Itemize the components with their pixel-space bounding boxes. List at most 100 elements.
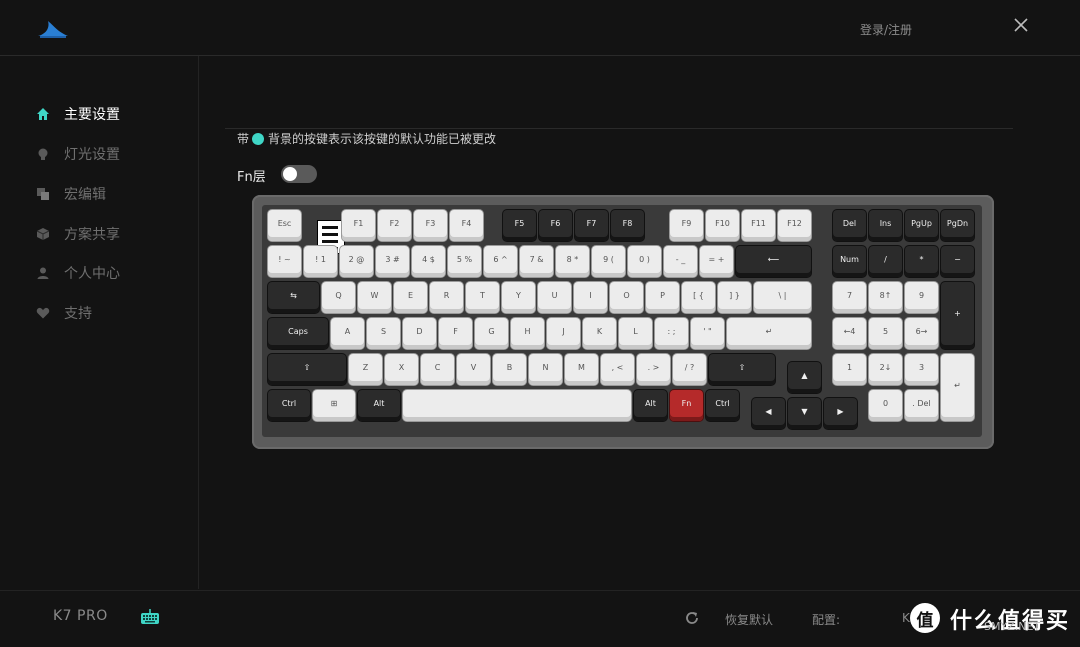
key-n5[interactable]: 5 % <box>448 246 481 277</box>
refresh-icon[interactable] <box>684 610 700 626</box>
key-num5[interactable]: 5 <box>869 318 902 349</box>
key-ins[interactable]: Ins <box>869 210 902 241</box>
key-pgup[interactable]: PgUp <box>905 210 938 241</box>
key-num[interactable]: Num <box>833 246 866 277</box>
key-f11[interactable]: F11 <box>742 210 775 241</box>
key-plus[interactable]: + <box>941 282 974 349</box>
sidebar-item-lighting[interactable]: 灯光设置 <box>34 143 120 165</box>
key-l[interactable]: L <box>619 318 652 349</box>
fn-layer-toggle[interactable] <box>281 165 317 183</box>
key-k[interactable]: K <box>583 318 616 349</box>
key-up[interactable]: ▲ <box>788 362 821 393</box>
key-numdot[interactable]: . Del <box>905 390 938 421</box>
key-dash[interactable]: − <box>941 246 974 277</box>
key-quote[interactable]: ' " <box>691 318 724 349</box>
sidebar-item-share[interactable]: 方案共享 <box>34 223 120 245</box>
key-fn[interactable]: Fn <box>670 390 703 421</box>
key-num7[interactable]: 7 <box>833 282 866 313</box>
key-f6[interactable]: F6 <box>539 210 572 241</box>
key-n9[interactable]: 9 ( <box>592 246 625 277</box>
key-f1[interactable]: F1 <box>342 210 375 241</box>
key-j[interactable]: J <box>547 318 580 349</box>
key-alt[interactable]: Alt <box>358 390 400 421</box>
key-backspace[interactable]: ⟵ <box>736 246 811 277</box>
keyboard-icon[interactable] <box>140 608 160 626</box>
key-esc[interactable]: Esc <box>268 210 301 241</box>
key-f5[interactable]: F5 <box>503 210 536 241</box>
key-down[interactable]: ▼ <box>788 398 821 429</box>
key-ralt[interactable]: Alt <box>634 390 667 421</box>
sidebar-item-support[interactable]: 支持 <box>34 302 92 324</box>
key-s[interactable]: S <box>367 318 400 349</box>
restore-default-button[interactable]: 恢复默认 <box>725 611 773 628</box>
key-t[interactable]: T <box>466 282 499 313</box>
key-g[interactable]: G <box>475 318 508 349</box>
key-f4[interactable]: F4 <box>450 210 483 241</box>
key-asterisk[interactable]: * <box>905 246 938 277</box>
key-num2[interactable]: 2↓ <box>869 354 902 385</box>
key-tab[interactable]: ⇆ <box>268 282 319 313</box>
key-enter[interactable]: ↵ <box>727 318 811 349</box>
key-f12[interactable]: F12 <box>778 210 811 241</box>
key-d[interactable]: D <box>403 318 436 349</box>
key-h[interactable]: H <box>511 318 544 349</box>
close-icon[interactable] <box>1012 16 1030 34</box>
key-f7[interactable]: F7 <box>575 210 608 241</box>
key-win[interactable]: ⊞ <box>313 390 355 421</box>
key-f2[interactable]: F2 <box>378 210 411 241</box>
key-right[interactable]: ▶ <box>824 398 857 429</box>
key-equal[interactable]: = + <box>700 246 733 277</box>
key-v[interactable]: V <box>457 354 490 385</box>
key-question[interactable]: / ? <box>673 354 706 385</box>
sidebar-item-macro[interactable]: 宏编辑 <box>34 183 106 205</box>
key-a[interactable]: A <box>331 318 364 349</box>
sidebar-item-main-settings[interactable]: 主要设置 <box>34 103 120 125</box>
key-p[interactable]: P <box>646 282 679 313</box>
key-left[interactable]: ◀ <box>752 398 785 429</box>
key-slash[interactable]: / <box>869 246 902 277</box>
key-e[interactable]: E <box>394 282 427 313</box>
key-num1[interactable]: 1 <box>833 354 866 385</box>
key-m[interactable]: M <box>565 354 598 385</box>
key-rshift[interactable]: ⇧ <box>709 354 775 385</box>
key-comma[interactable]: , < <box>601 354 634 385</box>
key-numenter[interactable]: ↵ <box>941 354 974 421</box>
key-num3[interactable]: 3 <box>905 354 938 385</box>
key-f10[interactable]: F10 <box>706 210 739 241</box>
key-rctrl[interactable]: Ctrl <box>706 390 739 421</box>
sidebar-item-profile[interactable]: 个人中心 <box>34 262 120 284</box>
key-n[interactable]: N <box>529 354 562 385</box>
key-num8[interactable]: 8↑ <box>869 282 902 313</box>
key-n7[interactable]: 7 & <box>520 246 553 277</box>
key-x[interactable]: X <box>385 354 418 385</box>
key-num6[interactable]: 6→ <box>905 318 938 349</box>
key-o[interactable]: O <box>610 282 643 313</box>
key-f3[interactable]: F3 <box>414 210 447 241</box>
key-lshift[interactable]: ⇧ <box>268 354 346 385</box>
key-pgdn[interactable]: PgDn <box>941 210 974 241</box>
key-f8[interactable]: F8 <box>611 210 644 241</box>
key-f[interactable]: F <box>439 318 472 349</box>
key-c[interactable]: C <box>421 354 454 385</box>
key-ctrl[interactable]: Ctrl <box>268 390 310 421</box>
key-n2[interactable]: 2 @ <box>340 246 373 277</box>
key-w[interactable]: W <box>358 282 391 313</box>
key-r[interactable]: R <box>430 282 463 313</box>
key-i[interactable]: I <box>574 282 607 313</box>
key-tilde[interactable]: ! ~ <box>268 246 301 277</box>
key-num9[interactable]: 9 <box>905 282 938 313</box>
key-y[interactable]: Y <box>502 282 535 313</box>
key-semicolon[interactable]: : ; <box>655 318 688 349</box>
key-lbracket[interactable]: [ { <box>682 282 715 313</box>
key-n6[interactable]: 6 ^ <box>484 246 517 277</box>
key-space[interactable] <box>403 390 631 421</box>
key-del[interactable]: Del <box>833 210 866 241</box>
login-register-link[interactable]: 登录/注册 <box>860 21 912 38</box>
key-b[interactable]: B <box>493 354 526 385</box>
key-minus[interactable]: - _ <box>664 246 697 277</box>
key-period[interactable]: . > <box>637 354 670 385</box>
key-n4[interactable]: 4 $ <box>412 246 445 277</box>
key-n0[interactable]: 0 ) <box>628 246 661 277</box>
key-caps[interactable]: Caps <box>268 318 328 349</box>
key-q[interactable]: Q <box>322 282 355 313</box>
